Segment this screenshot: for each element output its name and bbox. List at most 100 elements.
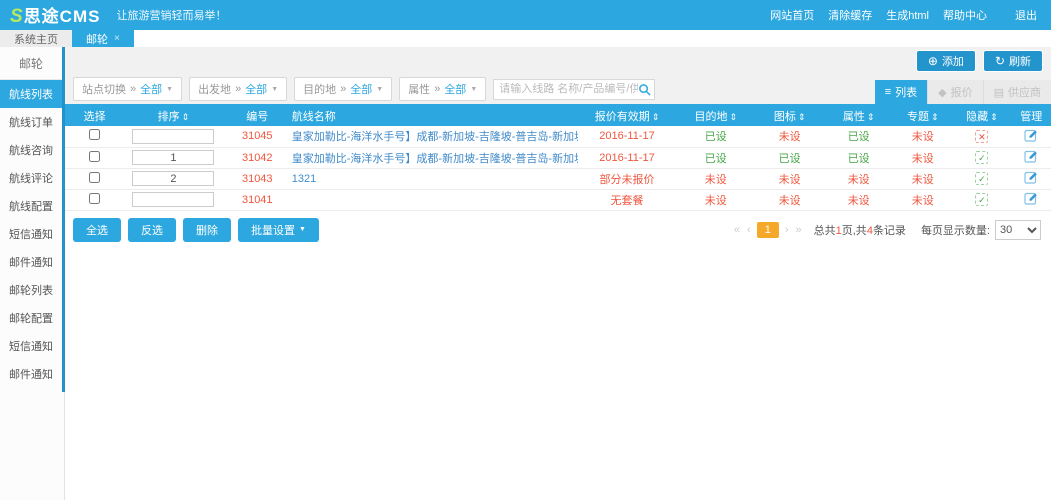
sidebar: 邮轮 航线列表 航线订单 航线咨询 航线评论 航线配置 短信通知 邮件通知 邮轮…	[0, 47, 65, 500]
col-hidden: 隐藏⇕	[952, 106, 1011, 126]
search-input[interactable]	[499, 83, 638, 95]
tab-cruise[interactable]: 邮轮 ×	[72, 30, 134, 47]
view-tab-supplier[interactable]: ▤ 供应商	[983, 80, 1051, 104]
sort-icon[interactable]: ⇕	[729, 112, 737, 122]
col-validity: 报价有效期⇕	[578, 106, 677, 126]
sort-order-input[interactable]	[132, 192, 214, 207]
pagination-summary: 总共1页,共4条记录	[814, 222, 906, 238]
row-checkbox[interactable]	[89, 129, 100, 140]
select-all-button[interactable]: 全选	[73, 218, 121, 242]
sort-icon[interactable]: ⇕	[867, 112, 875, 122]
hidden-toggle-icon[interactable]: ✓	[975, 193, 988, 206]
filter-attribute[interactable]: 属性 » 全部 ▼	[399, 77, 486, 101]
page-number[interactable]: 1	[757, 222, 779, 238]
table-header-row: 选择 排序⇕ 编号 航线名称 报价有效期⇕ 目的地⇕ 图标⇕ 属性⇕ 专题⇕ 隐…	[65, 106, 1051, 126]
col-select: 选择	[65, 106, 124, 126]
sort-order-input[interactable]	[132, 129, 214, 144]
delete-button[interactable]: 删除	[183, 218, 231, 242]
table-row: 31045 皇家加勒比-海洋水手号】成都-新加坡-吉隆坡-普吉岛-新加坡-成都 …	[65, 126, 1051, 147]
icon-status: 未设	[755, 126, 824, 147]
sort-order-input[interactable]	[132, 150, 214, 165]
row-checkbox[interactable]	[89, 151, 100, 162]
sort-icon[interactable]: ⇕	[182, 112, 190, 122]
view-tab-list[interactable]: ≡ 列表	[875, 80, 927, 104]
list-icon: ≡	[885, 86, 891, 98]
col-sort: 排序⇕	[124, 106, 223, 126]
invert-selection-button[interactable]: 反选	[128, 218, 176, 242]
table-row: 31042 皇家加勒比-海洋水手号】成都-新加坡-吉隆坡-普吉岛-新加坡-成都 …	[65, 147, 1051, 168]
route-name-link[interactable]: 皇家加勒比-海洋水手号】成都-新加坡-吉隆坡-普吉岛-新加坡-成都 5晚6日游	[292, 153, 578, 165]
icon-status: 未设	[755, 168, 824, 189]
route-id: 31045	[223, 126, 292, 147]
link-help-center[interactable]: 帮助中心	[943, 7, 987, 23]
sidebar-item-sms-notify[interactable]: 短信通知	[0, 220, 62, 248]
edit-icon[interactable]	[1024, 149, 1038, 163]
filter-site[interactable]: 站点切换 » 全部 ▼	[73, 77, 182, 101]
per-page-label: 每页显示数量:	[921, 222, 990, 238]
view-switcher: ≡ 列表 ◆ 报价 ▤ 供应商	[875, 80, 1051, 104]
sidebar-item-route-comments[interactable]: 航线评论	[0, 164, 62, 192]
link-logout[interactable]: 退出	[1015, 7, 1037, 23]
destination-status: 未设	[676, 189, 755, 210]
edit-icon[interactable]	[1024, 170, 1038, 184]
first-page-icon[interactable]: «	[733, 224, 741, 236]
sidebar-item-route-orders[interactable]: 航线订单	[0, 108, 62, 136]
brand-tagline: 让旅游营销轻而易举！	[116, 7, 226, 23]
link-site-home[interactable]: 网站首页	[770, 7, 814, 23]
sidebar-item-email-notify-2[interactable]: 邮件通知	[0, 360, 62, 388]
filter-destination[interactable]: 目的地 » 全部 ▼	[294, 77, 392, 101]
batch-settings-button[interactable]: 批量设置 ▼	[238, 218, 319, 242]
row-checkbox[interactable]	[89, 172, 100, 183]
edit-icon[interactable]	[1024, 128, 1038, 142]
topic-status: 未设	[893, 147, 952, 168]
row-checkbox[interactable]	[89, 193, 100, 204]
sort-icon[interactable]: ⇕	[798, 112, 806, 122]
link-clear-cache[interactable]: 清除缓存	[828, 7, 872, 23]
edit-icon[interactable]	[1024, 191, 1038, 205]
prev-page-icon[interactable]: ‹	[746, 224, 752, 236]
per-page-control: 每页显示数量: 30	[921, 220, 1041, 240]
chevron-down-icon: ▼	[376, 86, 383, 93]
tab-system-home[interactable]: 系统主页	[0, 30, 72, 47]
last-page-icon[interactable]: »	[795, 224, 803, 236]
sort-icon[interactable]: ⇕	[990, 112, 998, 122]
route-name-link[interactable]: 皇家加勒比-海洋水手号】成都-新加坡-吉隆坡-普吉岛-新加坡-成都 5晚6日游	[292, 131, 578, 143]
action-bar: ⊕ 添加 ↻ 刷新	[65, 47, 1051, 74]
sort-icon[interactable]: ⇕	[652, 112, 660, 122]
sidebar-item-email-notify[interactable]: 邮件通知	[0, 248, 62, 276]
sidebar-item-route-config[interactable]: 航线配置	[0, 192, 62, 220]
view-tab-quote[interactable]: ◆ 报价	[927, 80, 982, 104]
col-icon: 图标⇕	[755, 106, 824, 126]
table-row: 31041 无套餐 未设 未设 未设 未设 ✓	[65, 189, 1051, 210]
attribute-status: 已设	[824, 126, 893, 147]
attribute-status: 未设	[824, 189, 893, 210]
link-generate-html[interactable]: 生成html	[886, 7, 929, 23]
quote-validity: 2016-11-17	[578, 126, 677, 147]
hidden-toggle-icon[interactable]: ✕	[975, 130, 988, 143]
close-icon[interactable]: ×	[114, 33, 120, 44]
sidebar-item-route-inquiries[interactable]: 航线咨询	[0, 136, 62, 164]
per-page-select[interactable]: 30	[995, 220, 1041, 240]
sidebar-item-route-list[interactable]: 航线列表	[0, 80, 62, 108]
hidden-toggle-icon[interactable]: ✓	[975, 172, 988, 185]
chevron-down-icon: ▼	[470, 86, 477, 93]
col-manage: 管理	[1012, 106, 1051, 126]
add-button[interactable]: ⊕ 添加	[916, 50, 976, 72]
filter-departure[interactable]: 出发地 » 全部 ▼	[189, 77, 287, 101]
search-icon[interactable]	[638, 83, 651, 96]
sidebar-item-ship-config[interactable]: 邮轮配置	[0, 304, 62, 332]
sort-order-input[interactable]	[132, 171, 214, 186]
next-page-icon[interactable]: ›	[784, 224, 790, 236]
sidebar-item-ship-list[interactable]: 邮轮列表	[0, 276, 62, 304]
sidebar-item-sms-notify-2[interactable]: 短信通知	[0, 332, 62, 360]
route-name-link[interactable]: 1321	[292, 173, 316, 185]
chevron-down-icon: ▼	[271, 86, 278, 93]
quote-validity: 无套餐	[578, 189, 677, 210]
sort-icon[interactable]: ⇕	[931, 112, 939, 122]
route-id: 31042	[223, 147, 292, 168]
bulk-action-bar: 全选 反选 删除 批量设置 ▼ « ‹ 1 › » 总共1页,共4条记录 每页显…	[65, 211, 1051, 242]
refresh-button[interactable]: ↻ 刷新	[983, 50, 1043, 72]
col-topic: 专题⇕	[893, 106, 952, 126]
hidden-toggle-icon[interactable]: ✓	[975, 151, 988, 164]
routes-table: 选择 排序⇕ 编号 航线名称 报价有效期⇕ 目的地⇕ 图标⇕ 属性⇕ 专题⇕ 隐…	[65, 106, 1051, 211]
